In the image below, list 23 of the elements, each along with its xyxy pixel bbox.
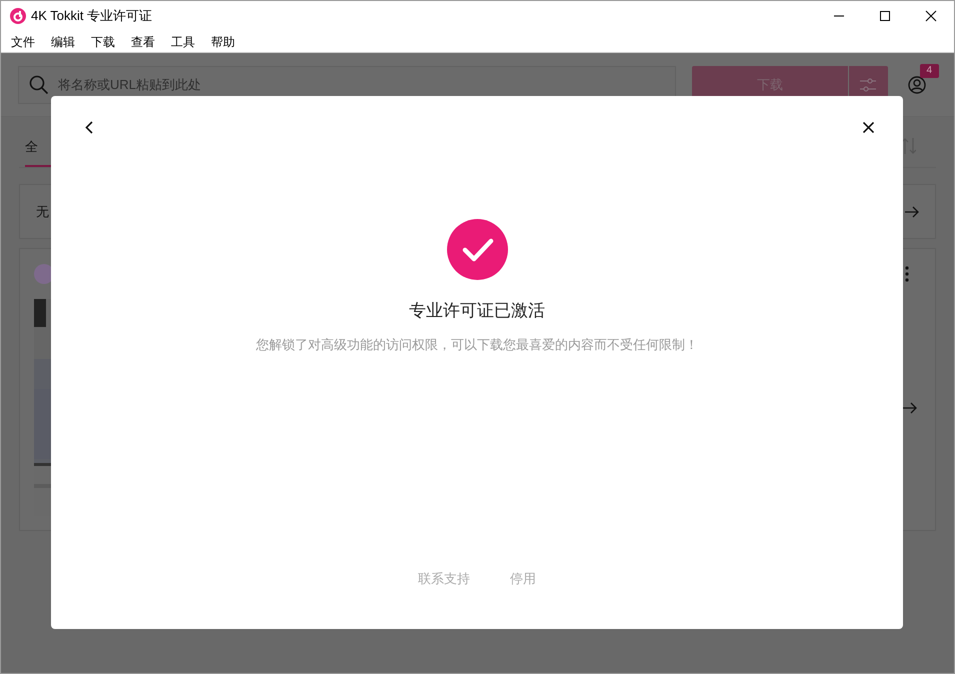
menu-item[interactable]: 文件 [11,32,35,50]
search-icon [29,74,49,94]
avatar-icon [34,264,54,284]
app-logo-icon [10,8,26,24]
arrow-right-icon[interactable] [903,402,917,414]
menu-item[interactable]: 编辑 [51,32,75,50]
menu-item[interactable]: 帮助 [211,32,235,50]
arrow-right-icon[interactable] [905,206,919,218]
dialog-message: 您解锁了对高级功能的访问权限，可以下载您最喜爱的内容而不受任何限制！ [256,336,698,354]
menu-item[interactable]: 工具 [171,32,195,50]
sliders-icon [859,76,878,92]
window-title: 4K Tokkit 专业许可证 [31,7,152,26]
user-icon[interactable] [908,76,926,94]
notification-badge: 4 [920,64,940,78]
close-icon[interactable] [863,122,874,133]
back-icon[interactable] [85,121,93,134]
checkmark-icon [446,219,508,280]
notice-text: 无 [36,202,49,221]
menu-item[interactable]: 查看 [131,32,155,50]
dialog-title: 专业许可证已激活 [409,300,545,322]
more-icon[interactable] [905,266,909,282]
sort-icon[interactable] [902,137,916,155]
menu-item[interactable]: 下载 [91,32,115,50]
